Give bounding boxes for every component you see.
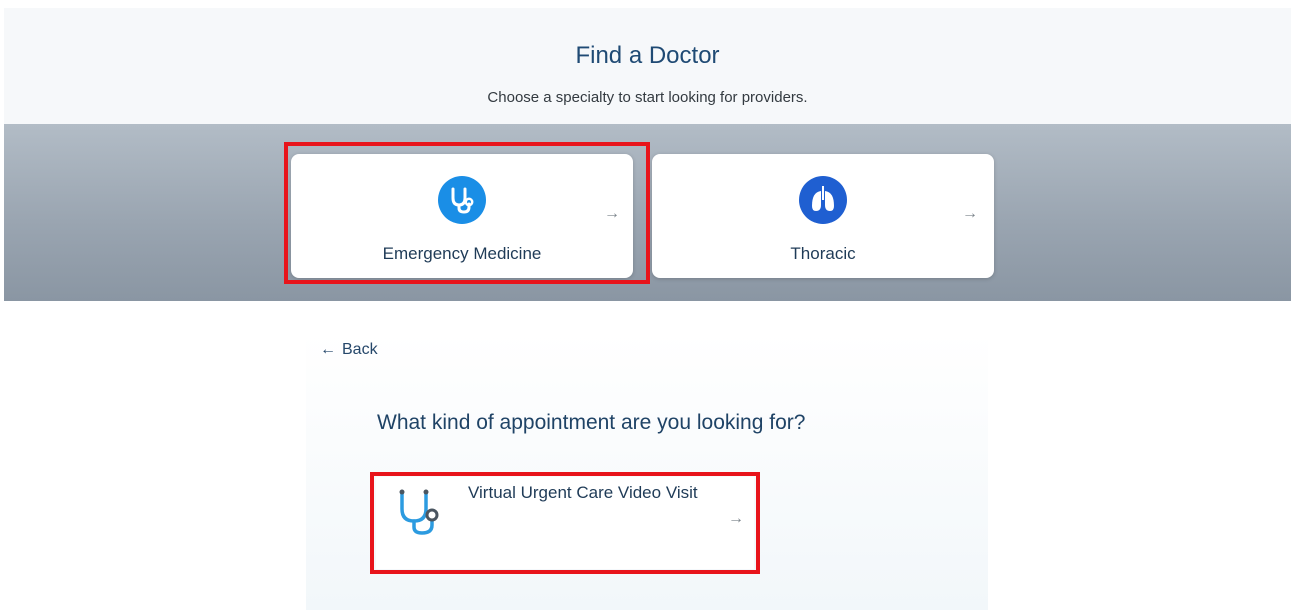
page-title: Find a Doctor xyxy=(575,42,720,69)
specialty-label: Thoracic xyxy=(790,244,856,263)
find-doctor-header: Find a Doctor Choose a specialty to star… xyxy=(4,8,1291,124)
specialty-label: Emergency Medicine xyxy=(382,244,542,263)
arrow-right-icon: → xyxy=(604,205,620,222)
page-subtitle: Choose a specialty to start looking for … xyxy=(487,89,808,106)
specialty-band xyxy=(4,124,1291,301)
lungs-icon xyxy=(799,176,847,224)
specialty-card-emergency-medicine[interactable]: Emergency Medicine → xyxy=(291,154,633,278)
stethoscope-icon xyxy=(394,483,446,539)
stethoscope-icon xyxy=(438,176,486,224)
back-label: Back xyxy=(342,341,378,358)
specialty-card-thoracic[interactable]: Thoracic → xyxy=(652,154,994,278)
arrow-left-icon: ← xyxy=(320,341,336,358)
appointment-question: What kind of appointment are you looking… xyxy=(377,411,806,434)
appointment-option-label: Virtual Urgent Care Video Visit xyxy=(468,483,698,502)
arrow-right-icon: → xyxy=(962,205,978,222)
arrow-right-icon: → xyxy=(728,510,744,527)
back-link[interactable]: ← Back xyxy=(320,341,378,359)
screenshot-root: Find a Doctor Choose a specialty to star… xyxy=(0,0,1291,610)
appointment-option-virtual-urgent-care[interactable]: Virtual Urgent Care Video Visit → xyxy=(376,477,754,569)
appointment-panel: ← Back What kind of appointment are you l… xyxy=(306,333,988,610)
